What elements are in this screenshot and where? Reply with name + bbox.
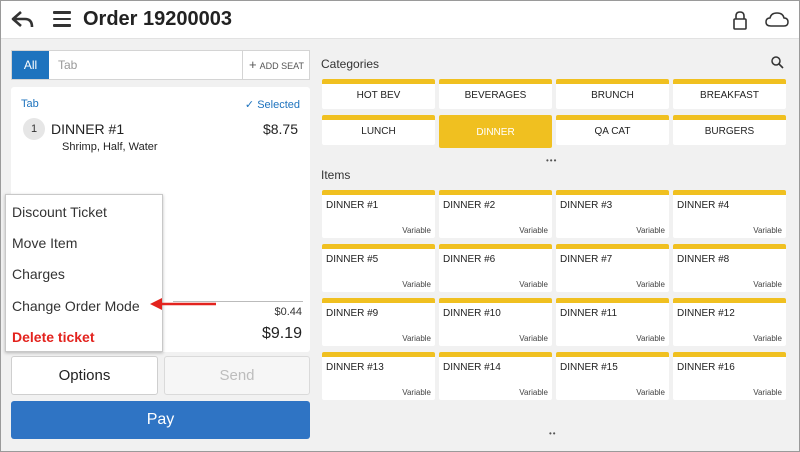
item-card[interactable]: DINNER #2 Variable [439,190,552,238]
item-card-name: DINNER #10 [443,308,501,319]
menu-item-discount-ticket[interactable]: Discount Ticket [12,204,107,220]
item-card[interactable]: DINNER #6 Variable [439,244,552,292]
item-card[interactable]: DINNER #15 Variable [556,352,669,400]
item-card-name: DINNER #11 [560,308,618,319]
tab-bar: All Tab + ADD SEAT [11,50,310,80]
categories-pager-dots[interactable]: ••• [546,156,557,165]
item-card-tag: Variable [636,388,665,397]
category-breakfast[interactable]: BREAKFAST [673,79,786,109]
hamburger-menu-icon[interactable] [53,11,71,27]
seat-number-badge: 1 [23,118,45,140]
category-beverages[interactable]: BEVERAGES [439,79,552,109]
item-card-tag: Variable [753,334,782,343]
item-card[interactable]: DINNER #11 Variable [556,298,669,346]
items-heading: Items [321,168,351,182]
item-card-name: DINNER #13 [326,362,384,373]
item-card[interactable]: DINNER #1 Variable [322,190,435,238]
menu-item-move-item[interactable]: Move Item [12,235,77,251]
item-card-name: DINNER #12 [677,308,735,319]
item-card-tag: Variable [519,334,548,343]
categories-heading: Categories [321,57,380,71]
item-card-tag: Variable [402,280,431,289]
item-card[interactable]: DINNER #13 Variable [322,352,435,400]
item-card-name: DINNER #7 [560,254,613,265]
item-card-tag: Variable [753,388,782,397]
selected-indicator[interactable]: ✓ Selected [245,98,300,111]
category-burgers[interactable]: BURGERS [673,115,786,145]
item-card-tag: Variable [753,226,782,235]
item-card-tag: Variable [519,226,548,235]
item-card-name: DINNER #3 [560,200,613,211]
lock-icon[interactable] [732,10,748,30]
checkmark-icon: ✓ [244,99,255,111]
item-card[interactable]: DINNER #16 Variable [673,352,786,400]
item-card-name: DINNER #6 [443,254,496,265]
item-card-tag: Variable [753,280,782,289]
item-card[interactable]: DINNER #5 Variable [322,244,435,292]
plus-icon: + [249,57,257,72]
ticket-item-price: $8.75 [262,121,298,137]
item-card-name: DINNER #15 [560,362,618,373]
app-header: Order 19200003 [1,1,799,39]
item-card[interactable]: DINNER #7 Variable [556,244,669,292]
item-card-name: DINNER #16 [677,362,735,373]
ticket-tab-label[interactable]: Tab [21,98,39,110]
item-card-name: DINNER #2 [443,200,496,211]
item-card-tag: Variable [636,334,665,343]
ticket-item-modifiers: Shrimp, Half, Water [62,141,158,153]
send-button[interactable]: Send [164,356,310,395]
selected-label: Selected [257,99,300,111]
item-card-name: DINNER #8 [677,254,730,265]
ticket-item-name[interactable]: DINNER #1 [51,121,124,137]
item-card-name: DINNER #5 [326,254,379,265]
total-value: $9.19 [261,325,302,342]
item-card-tag: Variable [402,226,431,235]
item-card[interactable]: DINNER #12 Variable [673,298,786,346]
item-card-tag: Variable [519,280,548,289]
item-card[interactable]: DINNER #3 Variable [556,190,669,238]
category-qa-cat[interactable]: QA CAT [556,115,669,145]
item-card-name: DINNER #14 [443,362,501,373]
annotation-arrow-icon [150,298,216,310]
tab-all-button[interactable]: All [12,51,49,79]
cloud-icon[interactable] [765,11,789,29]
back-arrow-icon[interactable] [11,9,35,31]
category-brunch[interactable]: BRUNCH [556,79,669,109]
item-card-name: DINNER #4 [677,200,730,211]
item-card-name: DINNER #9 [326,308,379,319]
tab-name-input[interactable]: Tab [58,58,77,72]
item-card[interactable]: DINNER #14 Variable [439,352,552,400]
item-card[interactable]: DINNER #8 Variable [673,244,786,292]
tax-value: $0.44 [274,306,302,318]
options-button[interactable]: Options [11,356,158,395]
item-card-tag: Variable [402,334,431,343]
menu-item-delete-ticket[interactable]: Delete ticket [12,329,94,345]
options-popup-menu: Discount Ticket Move Item Charges Change… [5,194,163,352]
menu-item-charges[interactable]: Charges [12,266,65,282]
add-seat-button[interactable]: + ADD SEAT [242,51,310,79]
item-card[interactable]: DINNER #9 Variable [322,298,435,346]
item-card-name: DINNER #1 [326,200,379,211]
category-dinner[interactable]: DINNER [439,115,552,148]
item-card-tag: Variable [519,388,548,397]
search-icon[interactable] [771,56,784,69]
category-lunch[interactable]: LUNCH [322,115,435,145]
item-card[interactable]: DINNER #10 Variable [439,298,552,346]
add-seat-label: ADD SEAT [259,61,304,71]
pay-button[interactable]: Pay [11,401,310,439]
item-card-tag: Variable [636,280,665,289]
category-hot-bev[interactable]: HOT BEV [322,79,435,109]
menu-item-change-order-mode[interactable]: Change Order Mode [12,298,140,314]
item-card-tag: Variable [636,226,665,235]
item-card-tag: Variable [402,388,431,397]
items-pager-dots[interactable]: •• [549,429,557,438]
item-card[interactable]: DINNER #4 Variable [673,190,786,238]
page-title: Order 19200003 [83,8,233,30]
